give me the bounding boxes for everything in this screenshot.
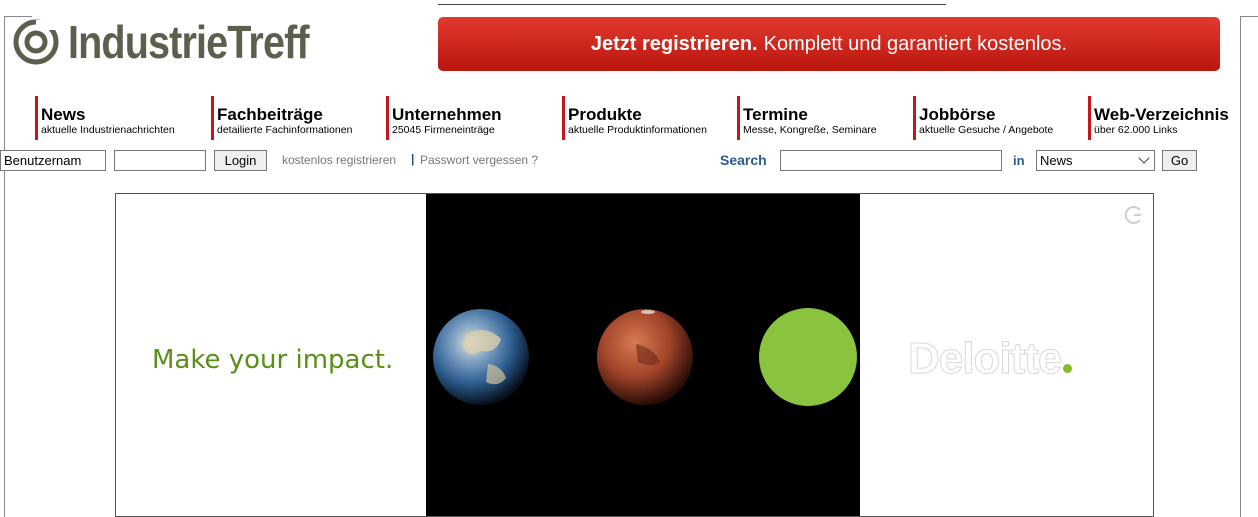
- ad-tagline: Make your impact.: [152, 345, 394, 375]
- page-frame-top-line: [438, 4, 946, 5]
- logo-ring-icon: [13, 19, 59, 65]
- go-button[interactable]: Go: [1162, 150, 1197, 171]
- chevron-down-icon: [1138, 152, 1150, 164]
- nav-item-fachbeitraege[interactable]: Fachbeiträge detailierte Fachinformation…: [211, 96, 352, 140]
- link-separator: |: [411, 152, 415, 166]
- nav-item-subtitle: aktuelle Gesuche / Angebote: [919, 124, 1054, 136]
- nav-item-news[interactable]: News aktuelle Industrienachrichten: [35, 96, 175, 140]
- username-field[interactable]: Benutzernam: [0, 150, 106, 171]
- search-in-label: in: [1013, 153, 1025, 168]
- site-logo[interactable]: IndustrieTreff: [10, 14, 348, 70]
- ad-banner[interactable]: Make your impact. Deloitte: [115, 193, 1154, 517]
- nav-item-subtitle: aktuelle Industrienachrichten: [41, 124, 175, 136]
- nav-item-subtitle: 25045 Firmeneinträge: [392, 124, 495, 136]
- nav-item-title: Termine: [743, 105, 808, 124]
- nav-item-web-verzeichnis[interactable]: Web-Verzeichnis über 62.000 Links: [1088, 96, 1229, 140]
- nav-item-jobboerse[interactable]: Jobbörse aktuelle Gesuche / Angebote: [913, 96, 1053, 140]
- brand-dot-icon: [1063, 364, 1073, 373]
- search-label: Search: [720, 152, 767, 168]
- nav-item-subtitle: aktuelle Produktinformationen: [568, 124, 707, 136]
- page-frame-right: [1240, 16, 1241, 517]
- register-link[interactable]: kostenlos registrieren: [282, 153, 396, 167]
- green-dot-icon: [759, 308, 857, 406]
- logo-text: IndustrieTreff: [68, 16, 310, 68]
- page-frame-left: [4, 16, 5, 517]
- login-button[interactable]: Login: [214, 150, 267, 171]
- nav-item-title: Jobbörse: [919, 105, 996, 124]
- search-scope-select[interactable]: News: [1036, 150, 1155, 171]
- nav-item-title: Unternehmen: [392, 105, 502, 124]
- nav-item-unternehmen[interactable]: Unternehmen 25045 Firmeneinträge: [386, 96, 502, 140]
- mars-icon: [597, 309, 693, 405]
- page-frame-top-right: [1240, 16, 1258, 17]
- main-nav: News aktuelle Industrienachrichten Fachb…: [0, 96, 1258, 140]
- login-search-row: Benutzernam Login kostenlos registrieren…: [0, 149, 1258, 173]
- ad-brand-logo: Deloitte: [907, 334, 1073, 384]
- ad-brand-text: Deloitte: [907, 334, 1062, 384]
- nav-item-subtitle: über 62.000 Links: [1094, 124, 1178, 136]
- nav-item-title: News: [41, 105, 86, 124]
- search-input[interactable]: [780, 150, 1002, 171]
- ad-choices-icon[interactable]: [1123, 204, 1145, 226]
- search-scope-value: News: [1040, 153, 1073, 168]
- register-banner-text: Komplett und garantiert kostenlos.: [763, 32, 1068, 55]
- ad-planets-graphic: [433, 308, 857, 406]
- nav-item-title: Web-Verzeichnis: [1094, 105, 1229, 124]
- nav-item-title: Produkte: [568, 105, 642, 124]
- earth-icon: [433, 309, 529, 405]
- nav-item-termine[interactable]: Termine Messe, Kongreße, Seminare: [737, 96, 877, 140]
- nav-item-produkte[interactable]: Produkte aktuelle Produktinformationen: [562, 96, 707, 140]
- nav-item-title: Fachbeiträge: [217, 105, 323, 124]
- register-banner[interactable]: Jetzt registrieren. Komplett und garanti…: [438, 17, 1220, 71]
- nav-item-subtitle: detailierte Fachinformationen: [217, 124, 353, 136]
- register-banner-bold: Jetzt registrieren.: [590, 32, 758, 55]
- password-field[interactable]: [114, 150, 206, 171]
- forgot-password-link[interactable]: Passwort vergessen ?: [420, 153, 538, 167]
- nav-item-subtitle: Messe, Kongreße, Seminare: [743, 124, 877, 136]
- ad-planets-panel: [426, 194, 860, 516]
